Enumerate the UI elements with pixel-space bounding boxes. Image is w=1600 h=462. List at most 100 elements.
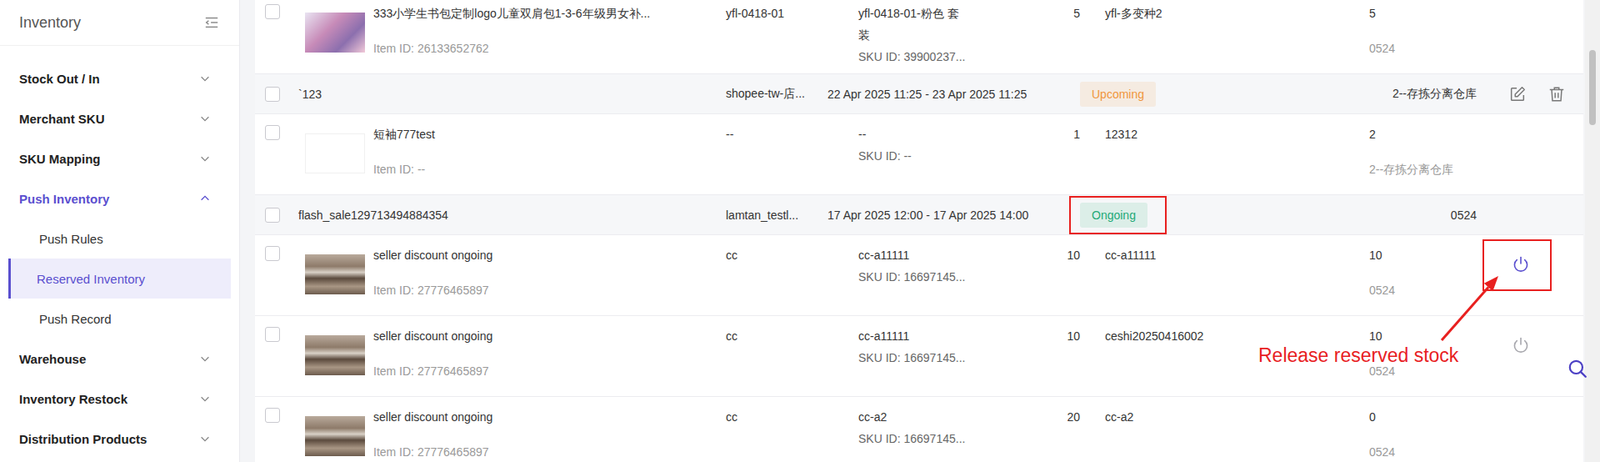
sku: cc-a11111 xyxy=(858,244,965,266)
sku-id: SKU ID: -- xyxy=(858,145,1034,167)
product-name: seller discount ongoing xyxy=(373,327,493,345)
item-id: Item ID: 27776465897 xyxy=(373,443,493,460)
variation: cc xyxy=(725,396,859,462)
delete-icon[interactable] xyxy=(1547,85,1566,104)
edit-icon[interactable] xyxy=(1508,85,1527,104)
search-icon[interactable] xyxy=(1566,357,1589,380)
reserved-qty: 5 xyxy=(1033,0,1080,74)
product-row: seller discount ongoing Item ID: 27776465… xyxy=(255,396,1584,462)
product-image xyxy=(305,12,365,53)
status-badge: Upcoming xyxy=(1080,81,1156,107)
stock: 10 xyxy=(1369,327,1500,345)
chevron-icon xyxy=(199,352,211,365)
menu-item[interactable]: Inventory Restock xyxy=(8,378,231,419)
menu-item[interactable]: Warehouse xyxy=(8,338,231,379)
highlight-box xyxy=(1069,195,1167,235)
variation: cc xyxy=(725,235,859,315)
product-image xyxy=(305,133,365,174)
period: 22 Apr 2025 11:25 - 23 Apr 2025 11:25 xyxy=(827,87,1075,101)
sidebar-title: Inventory xyxy=(19,14,81,32)
page: Inventory Stock Out / In Merchant SKU SKU M… xyxy=(0,0,1600,462)
product-name: seller discount ongoing xyxy=(373,408,493,425)
campaign-name: `123 xyxy=(298,87,726,101)
menu-label: Merchant SKU xyxy=(19,111,105,126)
product-image xyxy=(305,335,365,375)
scrollbar-thumb[interactable] xyxy=(1589,50,1596,125)
chevron-icon xyxy=(199,112,211,125)
checkbox[interactable] xyxy=(265,4,280,20)
sku: cc-a2 xyxy=(858,405,965,428)
menu-label: Distribution Products xyxy=(19,431,147,446)
status-badge: Ongoing xyxy=(1080,202,1148,228)
checkbox[interactable] xyxy=(265,407,280,423)
submenu-item[interactable]: Push Rules xyxy=(8,218,231,259)
reserved-table: 333小学生书包定制logo儿童双肩包1-3-6年级男女补...Item ID:… xyxy=(255,0,1584,462)
menu-label: Stock Out / In xyxy=(19,71,100,86)
product-name: 短袖777test xyxy=(373,125,435,143)
product-image xyxy=(305,415,365,456)
reserved-qty: 10 xyxy=(1033,235,1080,315)
item-id: Item ID: -- xyxy=(373,160,435,178)
menu-item[interactable]: Distribution Products xyxy=(8,418,231,459)
menu-label: Inventory Restock xyxy=(19,391,128,406)
menu-item[interactable]: Merchant SKU xyxy=(8,98,231,139)
sku: yfl-0418-01-粉色 套装 xyxy=(858,2,965,46)
sidebar: Inventory Stock Out / In Merchant SKU SKU M… xyxy=(0,0,240,462)
chevron-icon xyxy=(199,72,211,85)
campaign-row: flash_sale129713494884354lamtan_testl...… xyxy=(255,195,1584,235)
product-row: 333小学生书包定制logo儿童双肩包1-3-6年级男女补...Item ID:… xyxy=(255,0,1584,75)
product-row: 短袖777testItem ID: ------SKU ID: --112312… xyxy=(255,114,1584,195)
warehouse: 0524 xyxy=(1369,362,1500,380)
sidebar-menu: Stock Out / In Merchant SKU SKU Mapping Pus… xyxy=(0,45,240,459)
stock: 5 xyxy=(1369,5,1500,22)
reserved-qty: 20 xyxy=(1033,396,1080,462)
chevron-icon xyxy=(199,432,211,445)
scrollbar[interactable] xyxy=(1585,0,1600,462)
reserved-qty: 1 xyxy=(1033,114,1080,195)
store: lamtan_testl... xyxy=(725,208,828,222)
annotation-label: Release reserved stock xyxy=(1258,345,1459,365)
variation: yfl-0418-01 xyxy=(725,0,859,74)
sku-id: SKU ID: 16697145... xyxy=(858,265,1034,288)
merchant-sku: cc-a11111 xyxy=(1080,235,1370,315)
variation: cc xyxy=(725,315,859,396)
menu-label: Push Inventory xyxy=(19,191,110,206)
sku-id: SKU ID: 39900237... xyxy=(858,45,1034,68)
chevron-icon xyxy=(199,152,211,165)
store: shopee-tw-店... xyxy=(725,86,828,102)
collapse-icon[interactable] xyxy=(204,15,220,30)
submenu-item[interactable]: Reserved Inventory xyxy=(8,258,231,299)
release-icon[interactable] xyxy=(1510,254,1531,275)
product-image xyxy=(305,254,365,295)
sku-id: SKU ID: 16697145... xyxy=(858,346,1034,369)
sku: cc-a11111 xyxy=(858,325,965,347)
period: 17 Apr 2025 12:00 - 17 Apr 2025 14:00 xyxy=(827,208,1075,222)
merchant-sku: cc-a2 xyxy=(1080,396,1370,462)
warehouse: 0524 xyxy=(1369,443,1500,460)
checkbox[interactable] xyxy=(265,207,280,223)
campaign-row: `123shopee-tw-店...22 Apr 2025 11:25 - 23… xyxy=(255,74,1584,115)
menu-item[interactable]: Push Inventory xyxy=(8,178,231,219)
product-row: seller discount ongoingItem ID: 27776465… xyxy=(255,235,1584,316)
release-icon[interactable] xyxy=(1510,335,1531,355)
warehouse: 2--存拣分离仓库 xyxy=(1369,160,1500,178)
chevron-icon xyxy=(199,192,211,205)
checkbox[interactable] xyxy=(265,86,280,102)
menu-label: Warehouse xyxy=(19,351,86,366)
submenu-item[interactable]: Push Record xyxy=(8,298,231,339)
checkbox[interactable] xyxy=(265,326,280,342)
menu-label: SKU Mapping xyxy=(19,151,101,166)
variation: -- xyxy=(725,114,859,195)
menu-item[interactable]: SKU Mapping xyxy=(8,138,231,179)
arrow-icon xyxy=(1433,268,1509,347)
checkbox[interactable] xyxy=(265,245,280,261)
sku: -- xyxy=(858,123,965,145)
merchant-sku: yfl-多变种2 xyxy=(1080,0,1370,74)
menu-item[interactable]: Stock Out / In xyxy=(8,58,231,99)
checkbox[interactable] xyxy=(265,125,280,140)
stock: 2 xyxy=(1369,125,1500,143)
main: 333小学生书包定制logo儿童双肩包1-3-6年级男女补...Item ID:… xyxy=(240,0,1600,462)
item-id: Item ID: 26133652762 xyxy=(373,40,650,57)
sidebar-header: Inventory xyxy=(0,0,240,46)
warehouse: 0524 xyxy=(1369,40,1500,57)
